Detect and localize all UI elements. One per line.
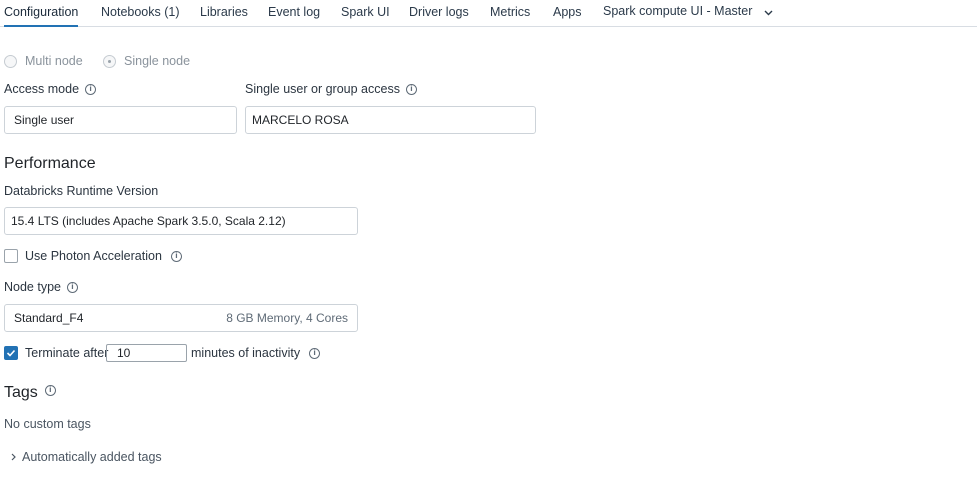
- tab-libraries[interactable]: Libraries: [200, 5, 248, 19]
- performance-heading: Performance: [4, 155, 96, 173]
- node-type-label: Node type i: [4, 280, 78, 294]
- info-icon[interactable]: i: [405, 83, 417, 95]
- terminate-suffix-text: minutes of inactivity: [191, 346, 301, 360]
- node-type-select[interactable]: Standard_F4 8 GB Memory, 4 Cores: [4, 304, 358, 332]
- access-mode-value: Single user: [14, 113, 75, 127]
- no-custom-tags-text: No custom tags: [4, 417, 91, 431]
- info-icon[interactable]: i: [85, 83, 97, 95]
- tab-spark-compute-ui-label: Spark compute UI - Master: [603, 4, 753, 18]
- runtime-version-value: 15.4 LTS (includes Apache Spark 3.5.0, S…: [11, 214, 286, 228]
- user-access-label-text: Single user or group access: [245, 82, 400, 96]
- access-mode-label-text: Access mode: [4, 82, 80, 96]
- radio-selected-icon: [103, 54, 116, 68]
- performance-title: Performance: [4, 155, 96, 172]
- automatically-added-tags-toggle[interactable]: Automatically added tags: [11, 450, 162, 464]
- multi-node-label: Multi node: [25, 54, 83, 68]
- user-access-label: Single user or group access i: [245, 82, 417, 96]
- access-mode-select[interactable]: Single user: [4, 106, 237, 134]
- tab-notebooks[interactable]: Notebooks (1): [101, 5, 180, 19]
- radio-icon: [4, 54, 17, 68]
- user-access-value: MARCELO ROSA: [252, 113, 349, 127]
- tab-spark-ui[interactable]: Spark UI: [341, 5, 390, 19]
- terminate-checkbox[interactable]: [4, 346, 18, 360]
- photon-checkbox[interactable]: [4, 249, 18, 263]
- check-icon: [6, 349, 16, 357]
- tags-heading: Tags i: [4, 384, 56, 402]
- automatically-added-tags-label: Automatically added tags: [22, 450, 162, 464]
- terminate-suffix-label: minutes of inactivity i: [191, 346, 321, 360]
- chevron-right-icon: [11, 453, 16, 461]
- tab-spark-compute-ui[interactable]: Spark compute UI - Master: [603, 4, 773, 19]
- photon-label-text: Use Photon Acceleration: [25, 249, 162, 263]
- runtime-label: Databricks Runtime Version: [4, 184, 158, 198]
- chevron-down-icon: [764, 5, 773, 19]
- info-icon[interactable]: i: [309, 347, 321, 359]
- single-node-label: Single node: [124, 54, 191, 68]
- info-icon[interactable]: i: [170, 250, 182, 262]
- node-type-label-text: Node type: [4, 280, 61, 294]
- info-icon[interactable]: i: [44, 384, 56, 396]
- multi-node-radio[interactable]: Multi node: [4, 54, 83, 68]
- tab-configuration[interactable]: Configuration: [4, 5, 79, 27]
- node-type-spec: 8 GB Memory, 4 Cores: [226, 311, 348, 325]
- tab-metrics[interactable]: Metrics: [490, 5, 530, 19]
- info-icon[interactable]: i: [66, 281, 78, 293]
- node-type-value: Standard_F4: [14, 311, 84, 325]
- runtime-label-text: Databricks Runtime Version: [4, 184, 159, 198]
- terminate-minutes-input[interactable]: 10: [106, 344, 187, 362]
- runtime-version-select[interactable]: 15.4 LTS (includes Apache Spark 3.5.0, S…: [4, 207, 358, 235]
- tab-driver-logs[interactable]: Driver logs: [409, 5, 469, 19]
- terminate-minutes-value: 10: [117, 346, 131, 360]
- tab-event-log[interactable]: Event log: [268, 5, 320, 19]
- user-access-select[interactable]: MARCELO ROSA: [245, 106, 536, 134]
- tab-apps[interactable]: Apps: [553, 5, 582, 19]
- tags-title: Tags: [4, 384, 38, 401]
- access-mode-label: Access mode i: [4, 82, 97, 96]
- single-node-radio[interactable]: Single node: [103, 54, 190, 68]
- tab-bar: Configuration Notebooks (1) Libraries Ev…: [0, 0, 977, 27]
- photon-label: Use Photon Acceleration i: [25, 249, 182, 263]
- terminate-label: Terminate after: [25, 346, 109, 360]
